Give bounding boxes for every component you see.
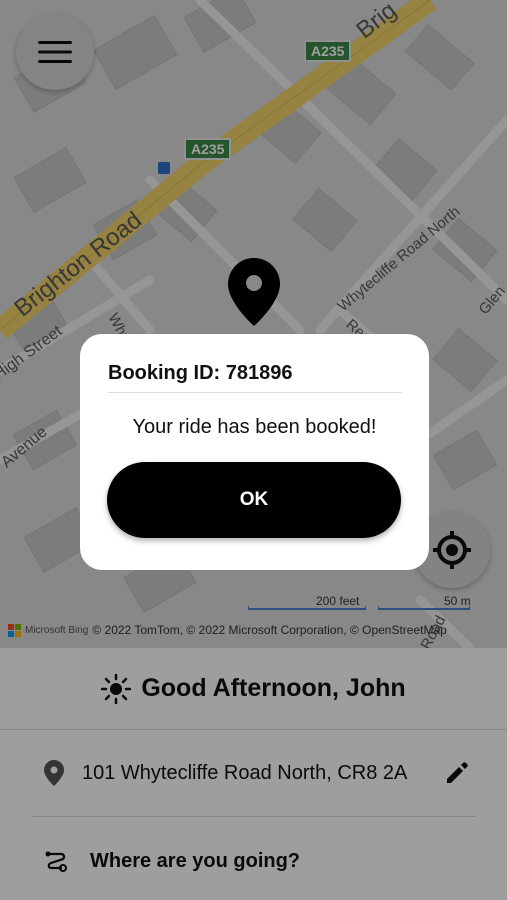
- screen: Brighton Road Brig High Street Whyteclif…: [0, 0, 507, 900]
- dialog-divider: [108, 392, 402, 393]
- booking-message: Your ride has been booked!: [132, 416, 377, 438]
- ok-button[interactable]: OK: [107, 462, 401, 538]
- booking-dialog: Booking ID: 781896 Your ride has been bo…: [80, 334, 429, 570]
- booking-id: Booking ID: 781896: [108, 362, 293, 384]
